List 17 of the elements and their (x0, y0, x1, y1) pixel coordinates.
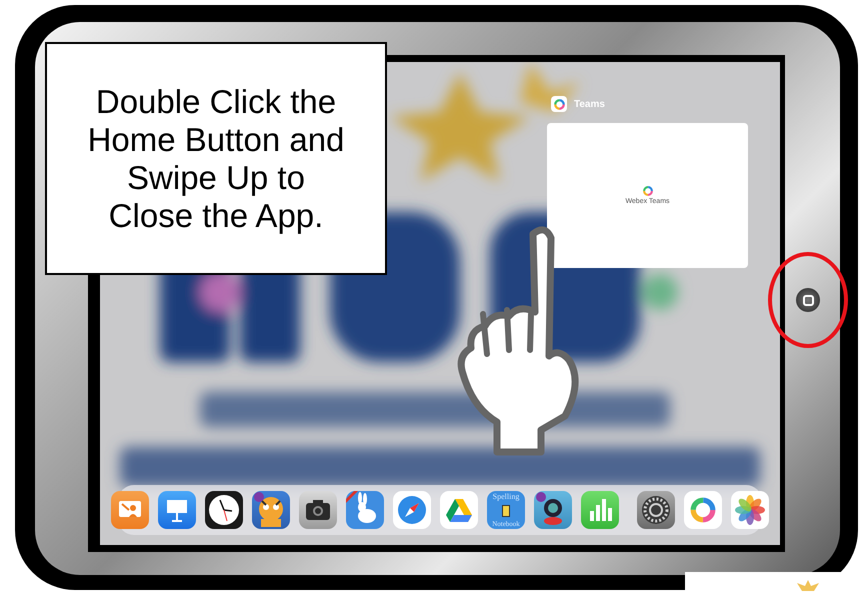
logo-icon (642, 185, 654, 197)
clock-icon[interactable] (205, 491, 243, 529)
classroom-icon[interactable] (111, 491, 149, 529)
monster-icon[interactable] (534, 491, 572, 529)
bar-chart-icon[interactable] (581, 491, 619, 529)
gear-icon[interactable] (637, 491, 675, 529)
app-name: Teams (574, 98, 605, 112)
triangle-logo-icon[interactable] (440, 491, 478, 529)
ring-icon[interactable] (684, 491, 722, 529)
compass-icon[interactable] (393, 491, 431, 529)
app-icon (551, 96, 567, 112)
flower-icon[interactable] (731, 491, 769, 529)
instruction-text: Double Click the Home Button and Swipe Up to Close the App. (87, 82, 345, 234)
icon-label: Spelling (492, 492, 520, 501)
podium-icon[interactable] (158, 491, 196, 529)
camera-icon[interactable] (299, 491, 337, 529)
rabbit-icon[interactable] (346, 491, 384, 529)
